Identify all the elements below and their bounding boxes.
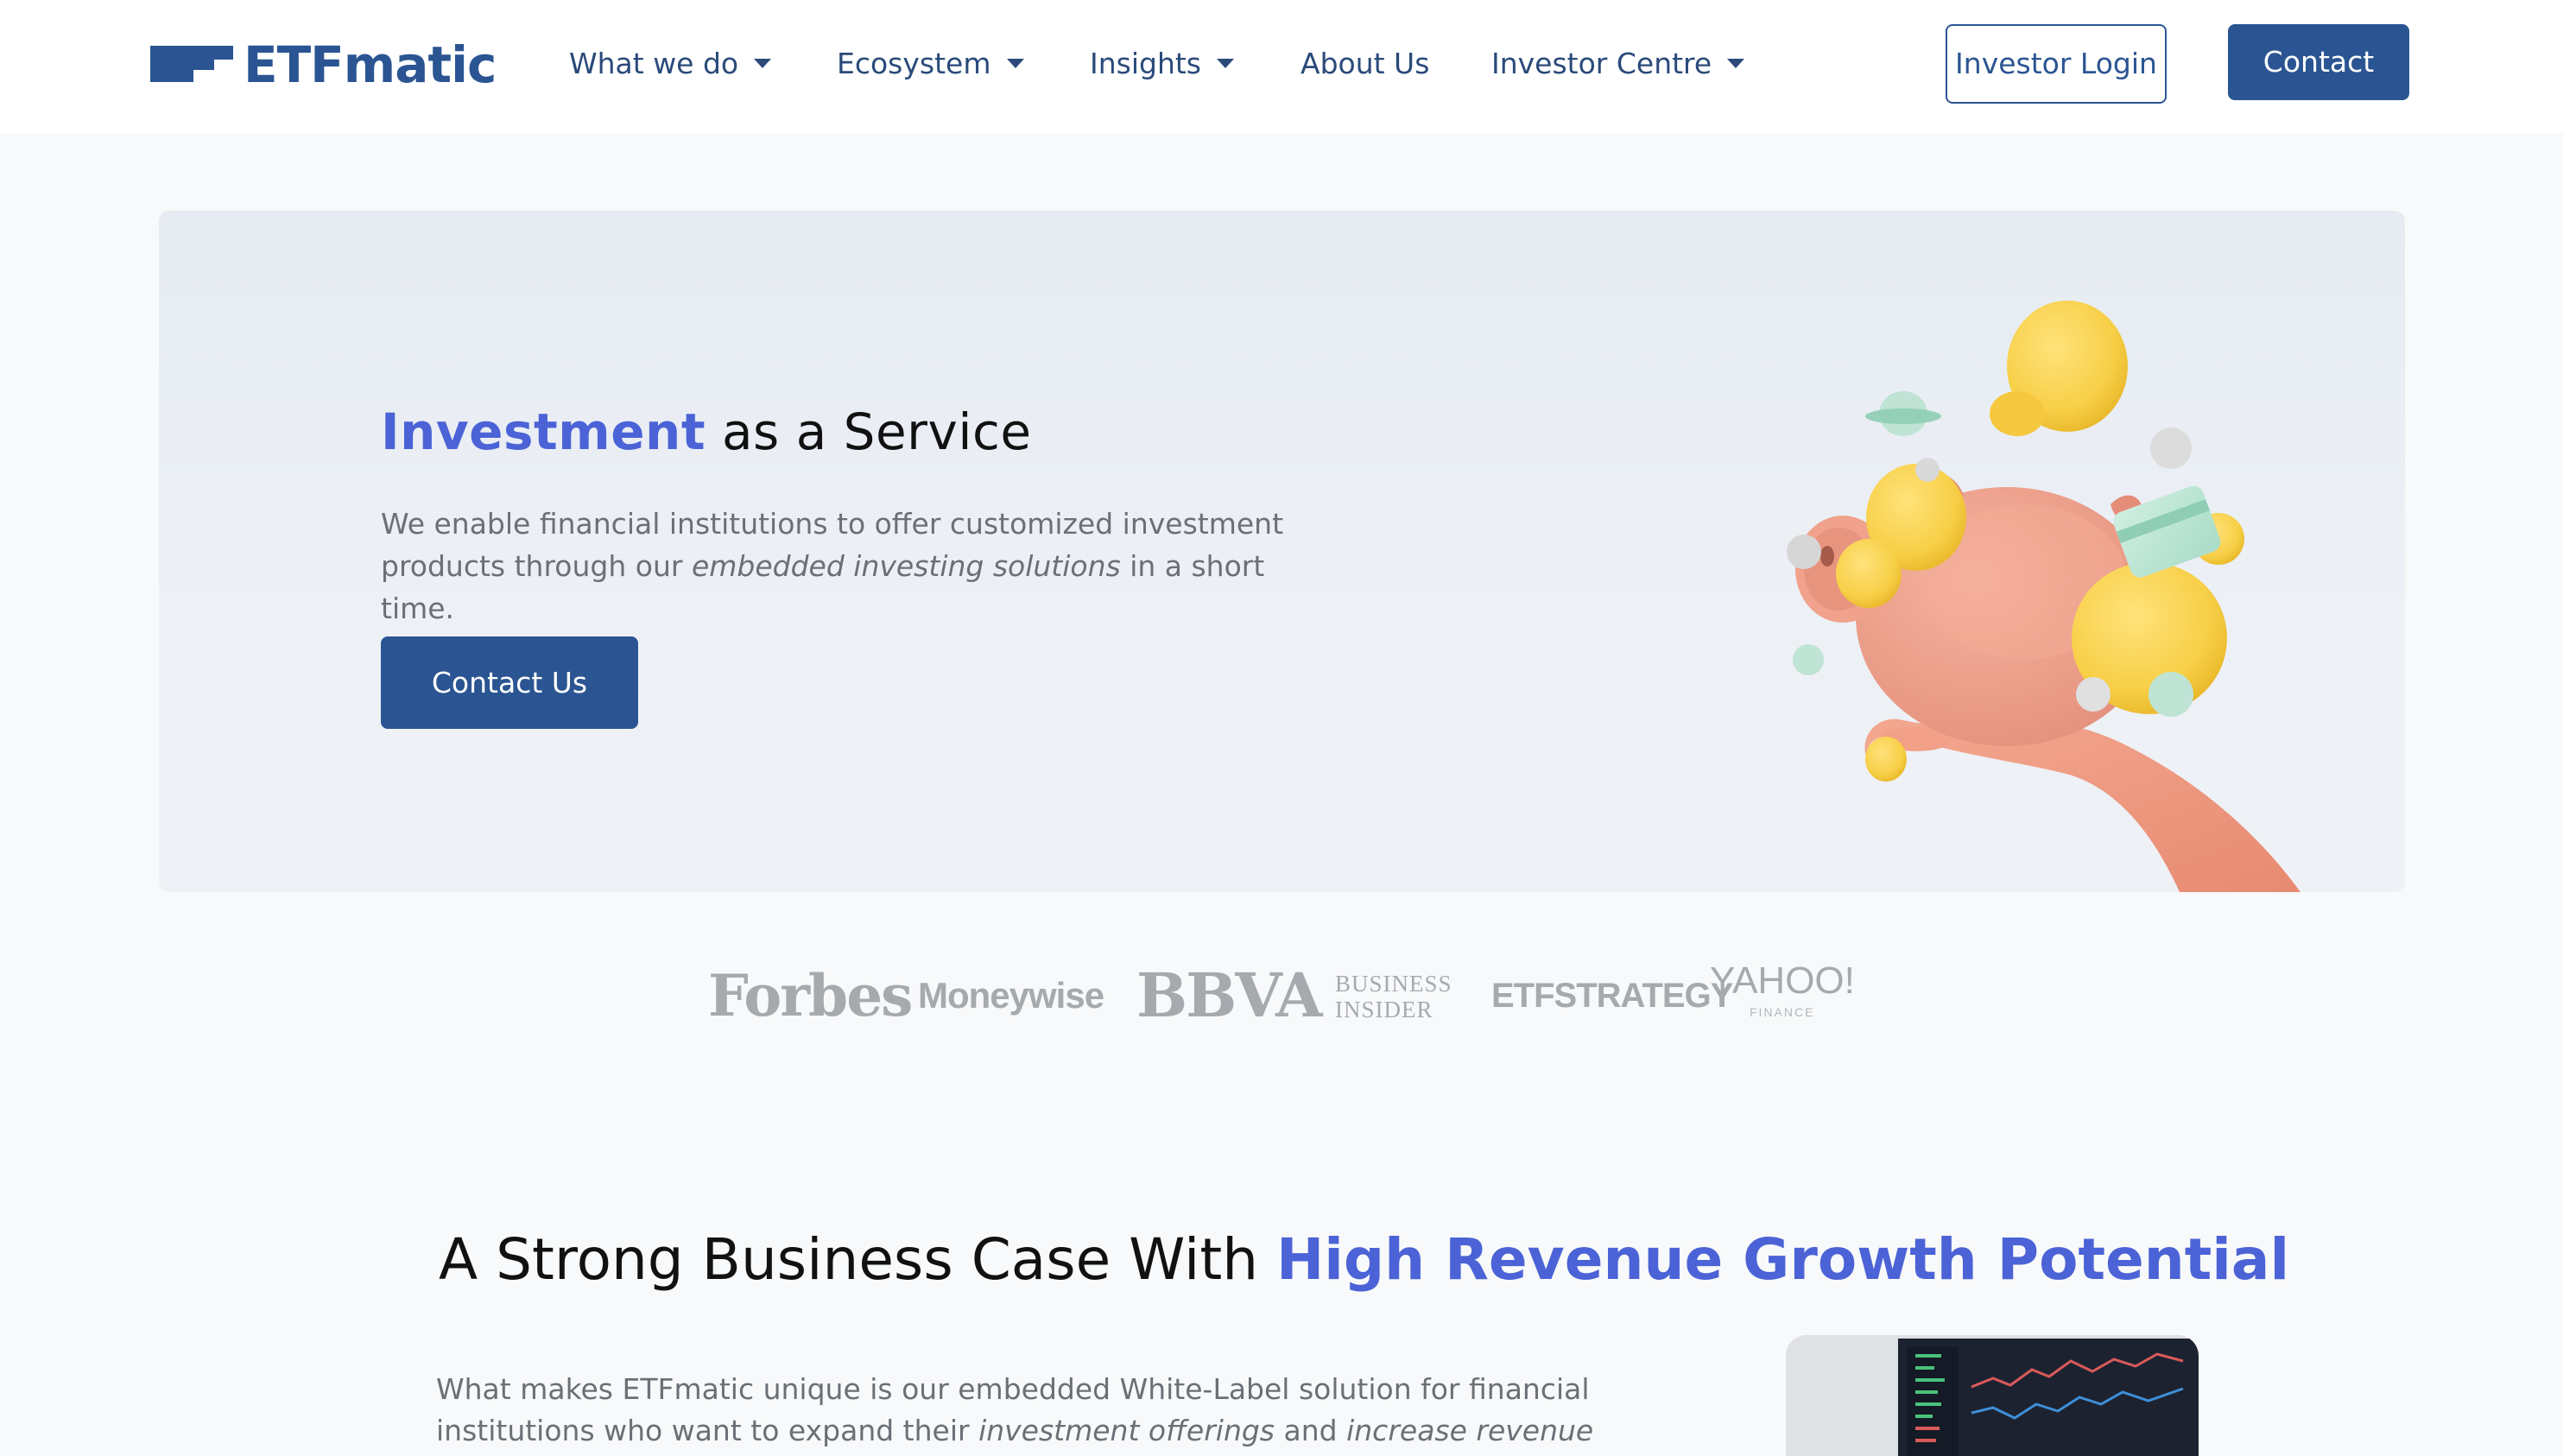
- hero-title: Investment as a Service: [381, 402, 1032, 461]
- laptop-chart-graphic: [1786, 1335, 2199, 1456]
- nav-insights-label: Insights: [1090, 47, 1202, 80]
- press-logo-bbva: BBVA: [1136, 959, 1323, 1031]
- press-logo-business-insider: BUSINESS INSIDER: [1335, 971, 1452, 1045]
- press-logo-yahoo: YAHOO!: [1710, 959, 1855, 1002]
- biz-desc-emphasis-1: investment offerings: [978, 1414, 1275, 1447]
- press-logo-etf-strategy: ETFSTRATEGY: [1491, 977, 1733, 1015]
- etfmatic-logo[interactable]: ETFmatic: [150, 35, 497, 95]
- nav-about-us[interactable]: About Us: [1300, 43, 1429, 85]
- nav-investor-centre-label: Investor Centre: [1491, 47, 1712, 80]
- hero-desc-emphasis: embedded investing solutions: [691, 549, 1121, 583]
- business-case-title-accent: High Revenue Growth Potential: [1276, 1226, 2290, 1293]
- caret-down-icon: [754, 59, 772, 68]
- hero-title-rest: as a Service: [706, 402, 1032, 461]
- nav-insights[interactable]: Insights: [1090, 43, 1235, 85]
- press-logo-bi-line2: INSIDER: [1335, 997, 1433, 1022]
- press-logo-moneywise: Moneywise: [918, 975, 1104, 1016]
- press-logo-bi-line1: BUSINESS: [1335, 971, 1452, 997]
- business-case-title-plain: A Strong Business Case With: [439, 1226, 1277, 1293]
- caret-down-icon: [1217, 59, 1235, 68]
- business-case-title: A Strong Business Case With High Revenue…: [439, 1226, 2289, 1293]
- trading-screen-image: [1786, 1335, 2199, 1456]
- nav-what-we-do[interactable]: What we do: [569, 43, 772, 85]
- press-logo-forbes: Forbes: [708, 962, 913, 1029]
- business-case-description: What makes ETFmatic unique is our embedd…: [436, 1369, 1628, 1452]
- nav-ecosystem[interactable]: Ecosystem: [837, 43, 1024, 85]
- nav-about-us-label: About Us: [1300, 47, 1430, 80]
- nav-ecosystem-label: Ecosystem: [837, 47, 991, 80]
- biz-desc-emphasis-2: increase revenue: [1346, 1414, 1594, 1447]
- contact-button[interactable]: Contact: [2228, 24, 2409, 100]
- hero-title-accent: Investment: [381, 402, 706, 461]
- caret-down-icon: [1727, 59, 1745, 68]
- piggy-bank-illustration: [1787, 301, 2300, 892]
- caret-down-icon: [1006, 59, 1024, 68]
- contact-us-button[interactable]: Contact Us: [381, 636, 638, 729]
- site-header: ETFmatic What we do Ecosystem Insights A…: [0, 0, 2563, 133]
- logo-mark-icon: [150, 46, 233, 82]
- nav-what-we-do-label: What we do: [569, 47, 739, 80]
- nav-investor-centre[interactable]: Investor Centre: [1491, 43, 1745, 85]
- investor-login-button[interactable]: Investor Login: [1946, 24, 2167, 104]
- hero-description: We enable financial institutions to offe…: [381, 503, 1331, 630]
- logo-text: ETFmatic: [244, 35, 497, 94]
- hero-banner: Investment as a Service We enable financ…: [159, 211, 2405, 892]
- press-logo-yahoo-sub: FINANCE: [1750, 1005, 1815, 1019]
- biz-desc-and: and: [1275, 1414, 1347, 1447]
